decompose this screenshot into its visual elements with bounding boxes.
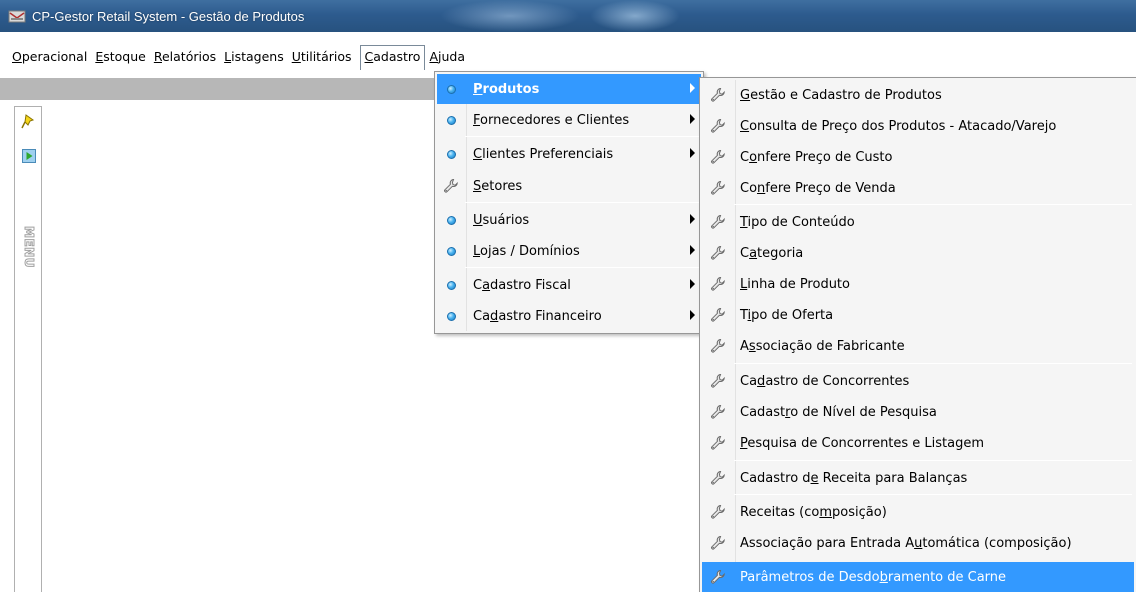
side-menu-tab[interactable]: MENU: [14, 106, 42, 592]
wrench-icon: [710, 276, 726, 292]
app-icon: [8, 10, 26, 23]
chevron-right-icon: [690, 83, 695, 93]
menu-item-usuarios[interactable]: Usuários: [437, 205, 701, 235]
bullet-icon: [446, 149, 456, 159]
bullet-icon: [446, 280, 456, 290]
menu-bar: Operacional Estoque Relatórios Listagens…: [0, 44, 1136, 70]
submenu-item-cadastro-concorrentes[interactable]: Cadastro de Concorrentes: [702, 366, 1134, 396]
wrench-icon: [710, 180, 726, 196]
submenu-item-entrada-automatica[interactable]: Associação para Entrada Automática (comp…: [702, 528, 1134, 558]
submenu-item-pesquisa-concorrentes[interactable]: Pesquisa de Concorrentes e Listagem: [702, 428, 1134, 458]
wrench-icon: [710, 87, 726, 103]
wrench-icon: [710, 470, 726, 486]
submenu-item-desdobramento-carne[interactable]: Parâmetros de Desdobramento de Carne: [702, 562, 1134, 592]
chevron-right-icon: [690, 310, 695, 320]
menu-item-cadastro-financeiro[interactable]: Cadastro Financeiro: [437, 301, 701, 331]
title-bar[interactable]: CP-Gestor Retail System - Gestão de Prod…: [0, 0, 1136, 32]
submenu-item-consulta-preco[interactable]: Consulta de Preço dos Produtos - Atacado…: [702, 111, 1134, 141]
menu-ajuda[interactable]: Ajuda: [425, 45, 469, 69]
chevron-right-icon: [690, 245, 695, 255]
bullet-icon: [446, 115, 456, 125]
bullet-icon: [446, 84, 456, 94]
wrench-icon: [710, 338, 726, 354]
menu-item-produtos[interactable]: Produtos: [437, 74, 701, 104]
submenu-item-cadastro-nivel-pesquisa[interactable]: Cadastro de Nível de Pesquisa: [702, 397, 1134, 427]
bullet-icon: [446, 246, 456, 256]
wrench-icon: [710, 404, 726, 420]
submenu-item-receita-balancas[interactable]: Cadastro de Receita para Balanças: [702, 463, 1134, 493]
menu-vertical-label[interactable]: MENU: [19, 217, 39, 277]
wrench-icon: [443, 178, 459, 194]
menu-item-cadastro-fiscal[interactable]: Cadastro Fiscal: [437, 270, 701, 300]
chevron-right-icon: [690, 214, 695, 224]
submenu-item-linha-produto[interactable]: Linha de Produto: [702, 269, 1134, 299]
menu-operacional[interactable]: Operacional: [8, 45, 91, 69]
wrench-icon: [710, 149, 726, 165]
bullet-icon: [446, 215, 456, 225]
menu-item-setores[interactable]: Setores: [437, 171, 701, 201]
wrench-icon: [710, 245, 726, 261]
menu-relatorios[interactable]: Relatórios: [150, 45, 220, 69]
submenu-item-tipo-oferta[interactable]: Tipo de Oferta: [702, 300, 1134, 330]
chevron-right-icon: [690, 114, 695, 124]
wrench-icon: [710, 214, 726, 230]
wrench-icon: [710, 307, 726, 323]
bullet-icon: [446, 311, 456, 321]
chevron-right-icon: [690, 279, 695, 289]
menu-item-lojas-dominios[interactable]: Lojas / Domínios: [437, 236, 701, 266]
toolbar-strip: [0, 78, 434, 100]
wrench-icon: [710, 118, 726, 134]
submenu-item-confere-preco-venda[interactable]: Confere Preço de Venda: [702, 173, 1134, 203]
menu-cadastro[interactable]: Cadastro: [359, 44, 426, 70]
submenu-item-confere-preco-custo[interactable]: Confere Preço de Custo: [702, 142, 1134, 172]
chevron-right-icon: [690, 148, 695, 158]
wrench-icon: [710, 435, 726, 451]
wrench-icon: [710, 569, 726, 585]
wrench-icon: [710, 373, 726, 389]
menu-utilitarios[interactable]: Utilitários: [288, 45, 356, 69]
menu-estoque[interactable]: Estoque: [91, 45, 150, 69]
menu-item-fornecedores-clientes[interactable]: Fornecedores e Clientes: [437, 105, 701, 135]
menu-item-clientes-preferenciais[interactable]: Clientes Preferenciais: [437, 139, 701, 169]
submenu-item-categoria[interactable]: Categoria: [702, 238, 1134, 268]
produtos-submenu: Gestão e Cadastro de Produtos Consulta d…: [699, 77, 1136, 592]
window-title: CP-Gestor Retail System - Gestão de Prod…: [32, 8, 305, 24]
pin-icon[interactable]: [20, 113, 38, 131]
wrench-icon: [710, 504, 726, 520]
cadastro-dropdown: Produtos Fornecedores e Clientes Cliente…: [434, 71, 704, 334]
submenu-item-associacao-fabricante[interactable]: Associação de Fabricante: [702, 331, 1134, 361]
menu-listagens[interactable]: Listagens: [220, 45, 288, 69]
submenu-item-tipo-conteudo[interactable]: Tipo de Conteúdo: [702, 207, 1134, 237]
submenu-item-gestao-cadastro-produtos[interactable]: Gestão e Cadastro de Produtos: [702, 80, 1134, 110]
play-icon[interactable]: [22, 149, 36, 163]
submenu-item-receitas-composicao[interactable]: Receitas (composição): [702, 497, 1134, 527]
wrench-icon: [710, 535, 726, 551]
